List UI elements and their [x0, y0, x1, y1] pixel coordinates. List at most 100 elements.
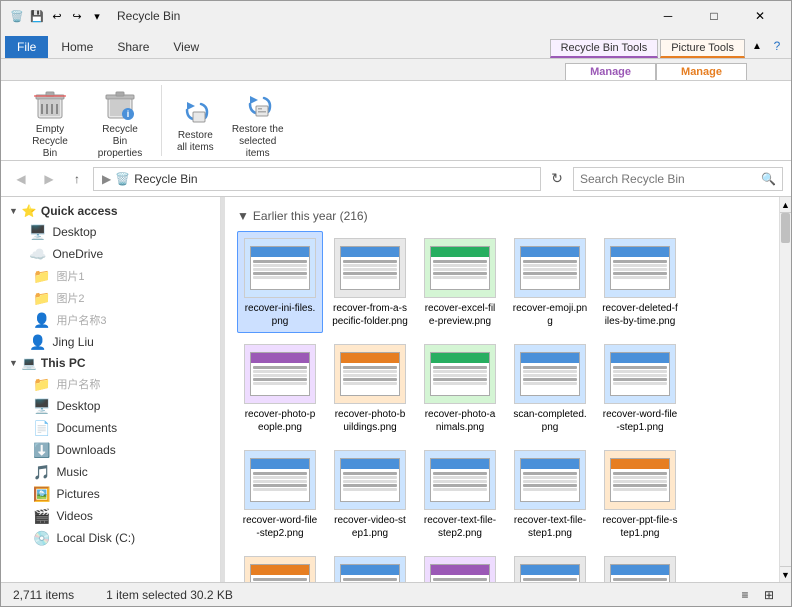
address-path[interactable]: ▶ 🗑️ Recycle Bin — [93, 167, 541, 191]
file-thumb-20[interactable]: recover-pdf-file-step1.png — [597, 549, 683, 582]
thumb-inner-7 — [340, 352, 400, 396]
sidebar-item-videos[interactable]: 🎬 Videos — [1, 505, 220, 527]
jingliu-label: Jing Liu — [52, 335, 93, 349]
file-thumb-8[interactable]: recover-photo-animals.png — [417, 337, 503, 439]
videos-label: Videos — [56, 509, 92, 523]
sidebar-item-pictures[interactable]: 🖼️ Pictures — [1, 483, 220, 505]
selected-info: 1 item selected 30.2 KB — [106, 588, 233, 602]
tab-file[interactable]: File — [5, 36, 48, 58]
sidebar-item-pc-desktop[interactable]: 🖥️ Desktop — [1, 395, 220, 417]
file-thumb-7[interactable]: recover-photo-buildings.png — [327, 337, 413, 439]
onedrive-label: OneDrive — [52, 247, 103, 261]
documents-label: Documents — [56, 421, 117, 435]
localc-label: Local Disk (C:) — [56, 531, 135, 545]
restore-all-button[interactable]: Restoreall items — [170, 91, 221, 159]
file-thumb-14[interactable]: recover-text-file-step1.png — [507, 443, 593, 545]
redo-icon[interactable]: ↪ — [69, 8, 85, 24]
thumb-inner-16 — [250, 564, 310, 582]
file-thumb-3[interactable]: recover-excel-file-preview.png — [417, 231, 503, 333]
tab-view[interactable]: View — [162, 35, 210, 58]
thumb-window-19 — [521, 565, 579, 582]
thumb-img-12 — [334, 450, 406, 510]
up-button[interactable]: ↑ — [65, 167, 89, 191]
section-header[interactable]: ▼ Earlier this year (216) — [237, 205, 767, 231]
file-thumb-6[interactable]: recover-photo-people.png — [237, 337, 323, 439]
down-arrow-icon[interactable]: ▾ — [89, 8, 105, 24]
file-thumb-16[interactable]: recover-ppt-file-step2.png — [237, 549, 323, 582]
thumb-label-15: recover-ppt-file-step1.png — [602, 514, 678, 540]
search-box[interactable]: 🔍 — [573, 167, 783, 191]
tab-manage-picture[interactable]: Manage — [656, 63, 747, 80]
minimize-button[interactable]: ─ — [645, 1, 691, 31]
thumb-img-14 — [514, 450, 586, 510]
sidebar-item-user1[interactable]: 📁 图片1 — [1, 265, 220, 287]
thumb-window-9 — [521, 353, 579, 395]
sidebar-item-jingliu[interactable]: 👤 Jing Liu — [1, 331, 220, 353]
sidebar-item-user3[interactable]: 👤 用户名称3 — [1, 309, 220, 331]
desktop-icon: 🖥️ — [29, 224, 46, 241]
restore-selected-label: Restore theselected items — [232, 124, 284, 160]
maximize-button[interactable]: □ — [691, 1, 737, 31]
pictures-icon: 🖼️ — [33, 486, 50, 503]
sidebar-item-downloads[interactable]: ⬇️ Downloads — [1, 439, 220, 461]
tab-share[interactable]: Share — [106, 35, 160, 58]
sidebar-thispc[interactable]: ▼ 💻 This PC — [1, 353, 220, 373]
thumb-window-6 — [251, 353, 309, 395]
file-thumb-4[interactable]: recover-emoji.png — [507, 231, 593, 333]
details-view-btn[interactable]: ≡ — [735, 585, 755, 605]
recycle-properties-button[interactable]: i Recycle Binproperties — [87, 85, 153, 165]
thumb-img-19 — [514, 556, 586, 582]
file-thumb-9[interactable]: scan-completed.png — [507, 337, 593, 439]
file-thumb-2[interactable]: recover-from-a-specific-folder.png — [327, 231, 413, 333]
thumb-inner-15 — [610, 458, 670, 502]
file-thumb-1[interactable]: recover-ini-files.png — [237, 231, 323, 333]
file-thumb-18[interactable]: recover-photo-step1.png — [417, 549, 503, 582]
file-thumb-19[interactable]: recover-pdf-file-step2.png — [507, 549, 593, 582]
thumb-inner-18 — [430, 564, 490, 582]
thumb-label-4: recover-emoji.png — [512, 302, 588, 328]
restore-selected-button[interactable]: Restore theselected items — [225, 85, 291, 165]
tab-picture-tools[interactable]: Picture Tools — [660, 39, 745, 58]
file-thumb-11[interactable]: recover-word-file-step2.png — [237, 443, 323, 545]
file-thumb-10[interactable]: recover-word-file-step1.png — [597, 337, 683, 439]
forward-button[interactable]: ▶ — [37, 167, 61, 191]
thumb-inner-2 — [340, 246, 400, 290]
sidebar-item-localc[interactable]: 💿 Local Disk (C:) — [1, 527, 220, 549]
save-icon[interactable]: 💾 — [29, 8, 45, 24]
scroll-track[interactable] — [780, 213, 791, 566]
sidebar-item-user2[interactable]: 📁 图片2 — [1, 287, 220, 309]
scroll-thumb[interactable] — [781, 213, 790, 243]
sidebar-quick-access[interactable]: ▼ ⭐ Quick access — [1, 201, 220, 221]
back-button[interactable]: ◀ — [9, 167, 33, 191]
tab-home[interactable]: Home — [50, 35, 104, 58]
undo-icon[interactable]: ↩ — [49, 8, 65, 24]
thumb-window-8 — [431, 353, 489, 395]
scroll-up-btn[interactable]: ▲ — [780, 197, 791, 213]
empty-recycle-bin-button[interactable]: EmptyRecycle Bin — [17, 85, 83, 165]
file-thumb-13[interactable]: recover-text-file-step2.png — [417, 443, 503, 545]
scrollbar[interactable]: ▲ ▼ — [779, 197, 791, 582]
refresh-button[interactable]: ↻ — [545, 167, 569, 191]
ribbon-collapse-btn[interactable]: ▲ — [747, 34, 767, 58]
large-icons-view-btn[interactable]: ⊞ — [759, 585, 779, 605]
sidebar-item-onedrive[interactable]: ☁️ OneDrive — [1, 243, 220, 265]
file-thumb-17[interactable]: recover-data-step3 - Copy.png — [327, 549, 413, 582]
thumb-window-4 — [521, 247, 579, 289]
sidebar-item-music[interactable]: 🎵 Music — [1, 461, 220, 483]
sidebar-item-documents[interactable]: 📄 Documents — [1, 417, 220, 439]
file-thumb-12[interactable]: recover-video-step1.png — [327, 443, 413, 545]
thumb-inner-13 — [430, 458, 490, 502]
thumb-img-17 — [334, 556, 406, 582]
scroll-down-btn[interactable]: ▼ — [780, 566, 791, 582]
sidebar-item-desktop[interactable]: 🖥️ Desktop — [1, 221, 220, 243]
help-button[interactable]: ? — [767, 34, 787, 58]
file-thumb-5[interactable]: recover-deleted-files-by-time.png — [597, 231, 683, 333]
tab-recycle-tools[interactable]: Recycle Bin Tools — [550, 39, 659, 58]
file-thumb-15[interactable]: recover-ppt-file-step1.png — [597, 443, 683, 545]
search-input[interactable] — [580, 172, 761, 186]
close-button[interactable]: ✕ — [737, 1, 783, 31]
tab-manage-recycle[interactable]: Manage — [565, 63, 656, 80]
sidebar-item-userdir[interactable]: 📁 用户名称 — [1, 373, 220, 395]
restore-buttons: Restoreall items Restore theselected ite… — [170, 85, 291, 165]
file-area: ▼ Earlier this year (216) re — [225, 197, 779, 582]
